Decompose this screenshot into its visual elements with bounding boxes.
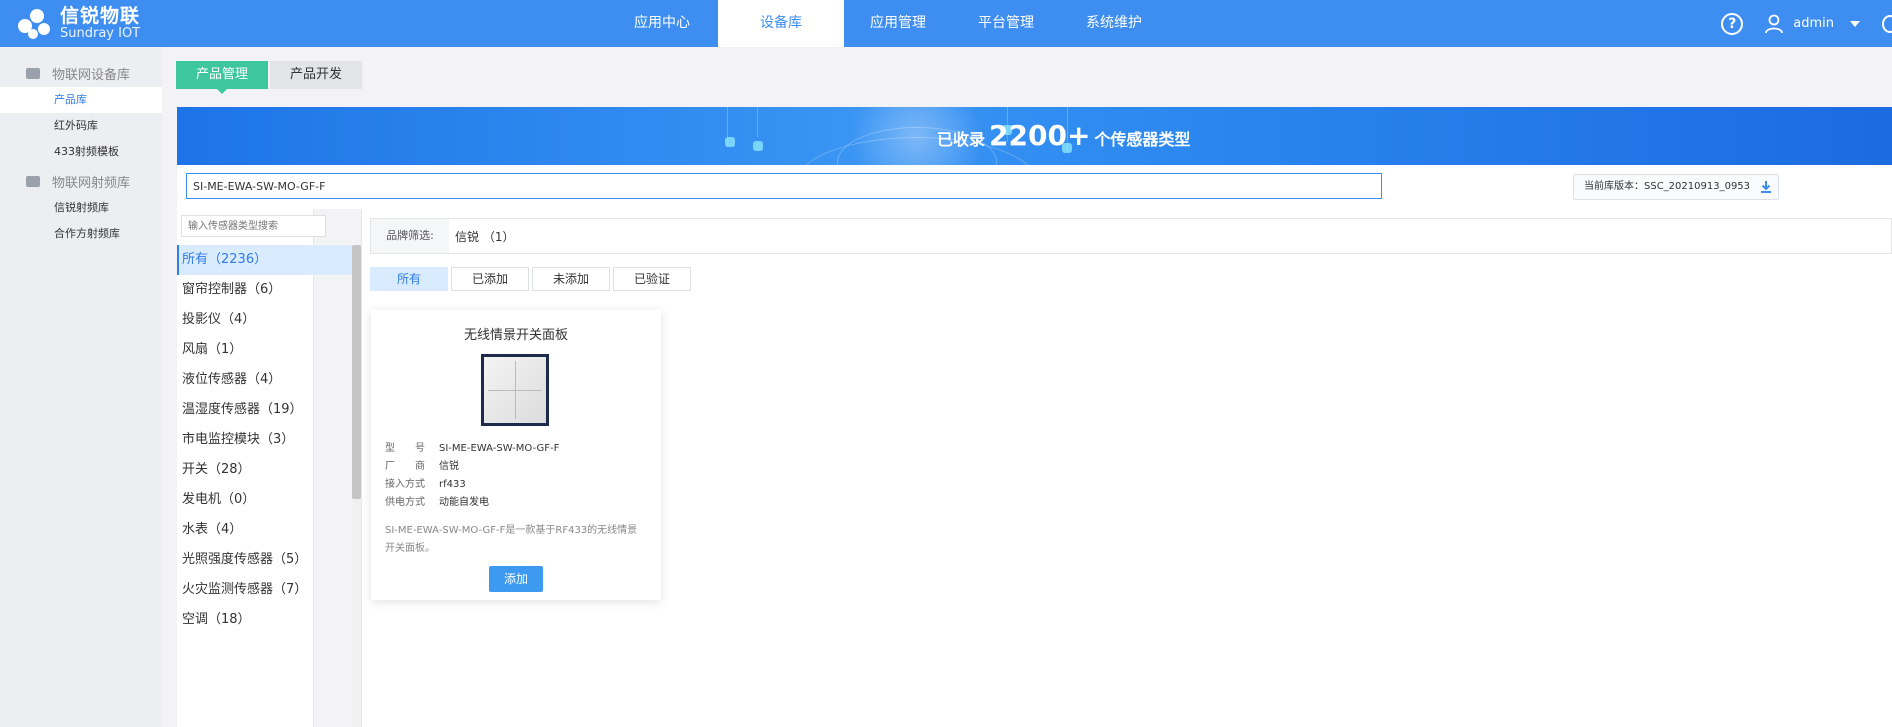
- category-scrollbar-thumb[interactable]: [352, 245, 361, 499]
- status-filter-tabs: 所有 已添加 未添加 已验证: [370, 267, 694, 291]
- spec-label: 型 号: [385, 443, 425, 454]
- download-icon[interactable]: [1760, 180, 1772, 194]
- username[interactable]: admin: [1793, 16, 1834, 31]
- user-icon[interactable]: [1765, 14, 1784, 34]
- category-item[interactable]: 温湿度传感器（19）: [177, 395, 353, 425]
- spec-vendor: 厂 商 信锐: [385, 458, 559, 476]
- chevron-down-icon[interactable]: [1850, 20, 1860, 27]
- category-item[interactable]: 风扇（1）: [177, 335, 353, 365]
- nav-device-library[interactable]: 设备库: [718, 0, 844, 47]
- spec-value: SI-ME-EWA-SW-MO-GF-F: [439, 443, 560, 454]
- category-item[interactable]: 市电监控模块（3）: [177, 425, 353, 455]
- category-item[interactable]: 水表（4）: [177, 515, 353, 545]
- sidebar-group-iot-device-library[interactable]: 物联网设备库: [0, 59, 162, 87]
- category-scrollbar[interactable]: [352, 245, 361, 727]
- filter-added[interactable]: 已添加: [451, 267, 530, 291]
- category-item[interactable]: 空调（18）: [177, 605, 353, 635]
- logo-icon: [18, 7, 52, 41]
- banner-suffix: 个传感器类型: [1094, 130, 1191, 149]
- top-bar: 信锐物联 Sundray IOT 应用中心 设备库 应用管理 平台管理 系统维护…: [0, 0, 1892, 47]
- brand-filter-option[interactable]: 信锐 （1）: [455, 228, 514, 245]
- spec-label: 接入方式: [385, 479, 425, 490]
- sidebar-item-ir-code-library[interactable]: 红外码库: [0, 113, 162, 139]
- sidebar-group-label: 物联网设备库: [52, 67, 131, 83]
- brand-name: 信锐物联: [60, 5, 141, 28]
- spec-value: rf433: [439, 479, 466, 490]
- product-card[interactable]: 无线情景开关面板 型 号 SI-ME-EWA-SW-MO-GF-F 厂 商 信锐…: [371, 310, 661, 600]
- library-version: 当前库版本：SSC_20210913_0953: [1573, 174, 1780, 200]
- filter-not-added[interactable]: 未添加: [532, 267, 611, 291]
- product-image: [481, 354, 549, 426]
- product-title: 无线情景开关面板: [463, 328, 568, 343]
- sidebar-item-433-rf-template[interactable]: 433射频模板: [0, 139, 162, 165]
- category-item[interactable]: 所有（2236）: [177, 245, 353, 275]
- spec-access: 接入方式 rf433: [385, 476, 559, 494]
- spec-value: 动能自发电: [439, 497, 489, 508]
- category-item[interactable]: 窗帘控制器（6）: [177, 275, 353, 305]
- brand-subtitle: Sundray IOT: [60, 26, 141, 42]
- category-item[interactable]: 开关（28）: [177, 455, 353, 485]
- power-icon[interactable]: [1882, 14, 1892, 33]
- sidebar: 物联网设备库 产品库 红外码库 433射频模板 物联网射频库 信锐射频库 合作方…: [0, 47, 162, 727]
- spec-label: 供电方式: [385, 497, 425, 508]
- nav-system-maintenance[interactable]: 系统维护: [1060, 0, 1168, 47]
- product-description: SI-ME-EWA-SW-MO-GF-F是一款基于RF433的无线情景开关面板。: [385, 525, 638, 554]
- banner-prefix: 已收录: [937, 130, 986, 149]
- category-item[interactable]: 液位传感器（4）: [177, 365, 353, 395]
- tab-product-management[interactable]: 产品管理: [176, 61, 269, 94]
- brand-filter-label: 品牌筛选:: [371, 219, 449, 253]
- main-nav: 应用中心 设备库 应用管理 平台管理 系统维护: [610, 0, 1168, 47]
- spec-power: 供电方式 动能自发电: [385, 494, 559, 512]
- logo[interactable]: 信锐物联 Sundray IOT: [18, 4, 140, 44]
- category-item[interactable]: 发电机（0）: [177, 485, 353, 515]
- nav-app-management[interactable]: 应用管理: [844, 0, 952, 47]
- brand-filter-row: 品牌筛选: 信锐 （1）: [370, 218, 1892, 254]
- spec-label: 厂 商: [385, 461, 425, 472]
- sidebar-item-product-library[interactable]: 产品库: [0, 87, 162, 113]
- help-icon[interactable]: ?: [1721, 12, 1744, 35]
- nav-platform-management[interactable]: 平台管理: [952, 0, 1060, 47]
- add-product-button[interactable]: 添加: [489, 566, 543, 592]
- banner: 已收录 2200+ 个传感器类型: [177, 107, 1892, 165]
- banner-headline: 已收录 2200+ 个传感器类型: [937, 119, 1190, 152]
- version-text: 当前库版本：SSC_20210913_0953: [1584, 181, 1751, 192]
- category-item[interactable]: 投影仪（4）: [177, 305, 353, 335]
- user-area: ? admin: [1721, 0, 1892, 47]
- rf-library-icon: [26, 175, 40, 187]
- sidebar-group-iot-rf-library[interactable]: 物联网射频库: [0, 167, 162, 195]
- sidebar-item-sundray-rf-library[interactable]: 信锐射频库: [0, 195, 162, 221]
- device-library-icon: [26, 67, 40, 79]
- category-item[interactable]: 光照强度传感器（5）: [177, 545, 353, 575]
- category-column: 所有（2236） 窗帘控制器（6） 投影仪（4） 风扇（1） 液位传感器（4） …: [177, 209, 353, 727]
- search-bar: 当前库版本：SSC_20210913_0953: [177, 165, 1892, 209]
- nav-app-center[interactable]: 应用中心: [610, 0, 714, 47]
- sidebar-group-label: 物联网射频库: [52, 175, 131, 191]
- tab-product-development[interactable]: 产品开发: [270, 61, 363, 89]
- subtabs: 产品管理 产品开发: [176, 61, 364, 94]
- content-area: 品牌筛选: 信锐 （1） 所有 已添加 未添加 已验证 无线情景开关面板 型 号…: [362, 209, 1892, 727]
- filter-verified[interactable]: 已验证: [613, 267, 692, 291]
- category-search-input[interactable]: [181, 215, 326, 237]
- spec-model: 型 号 SI-ME-EWA-SW-MO-GF-F: [385, 440, 559, 458]
- product-specs: 型 号 SI-ME-EWA-SW-MO-GF-F 厂 商 信锐 接入方式 rf4…: [385, 440, 559, 512]
- spec-value: 信锐: [439, 461, 459, 472]
- category-item[interactable]: 火灾监测传感器（7）: [177, 575, 353, 605]
- category-list: 所有（2236） 窗帘控制器（6） 投影仪（4） 风扇（1） 液位传感器（4） …: [177, 245, 353, 635]
- sidebar-item-partner-rf-library[interactable]: 合作方射频库: [0, 221, 162, 247]
- filter-all[interactable]: 所有: [370, 267, 449, 291]
- sensor-count: 2200+: [989, 119, 1091, 152]
- model-search-input[interactable]: [186, 173, 1382, 199]
